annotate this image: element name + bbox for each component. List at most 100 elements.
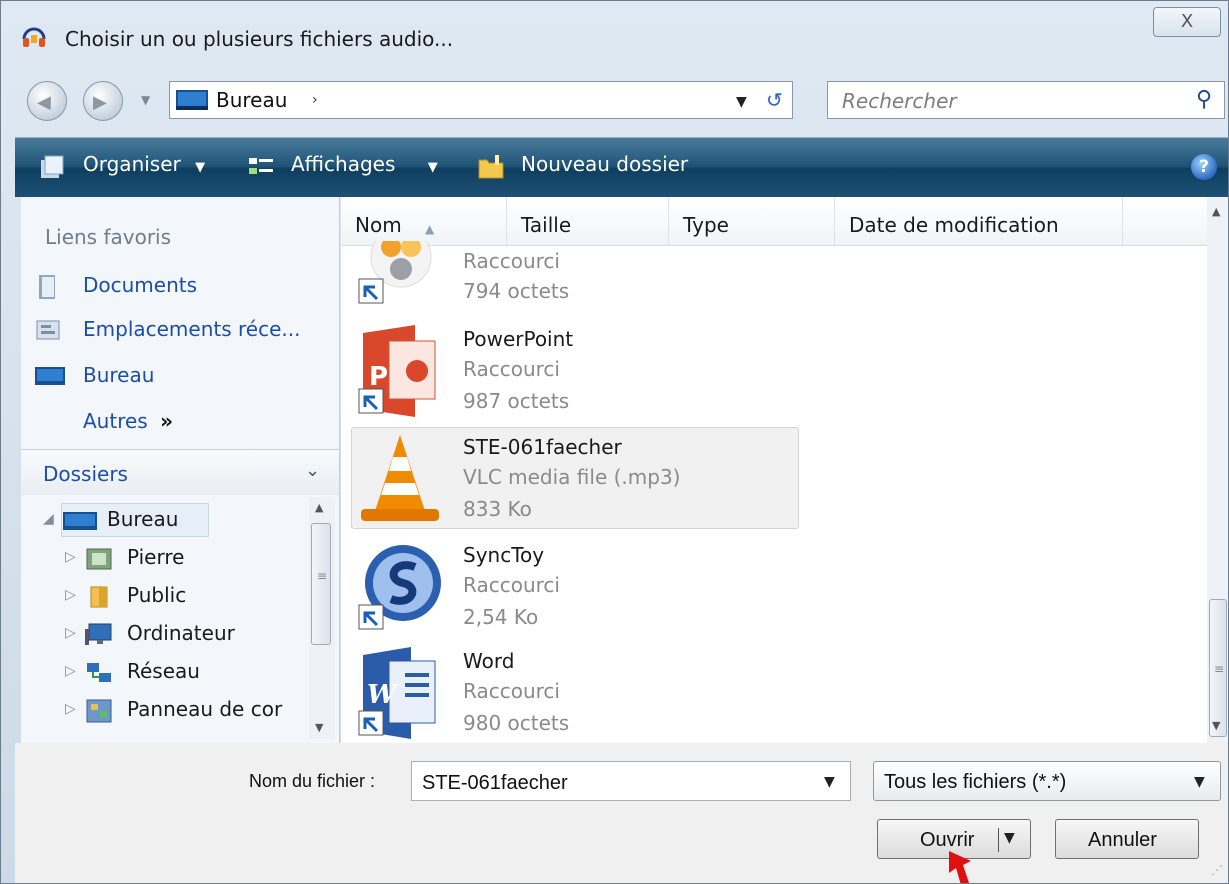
- desktop-icon: [35, 367, 65, 385]
- command-toolbar: Organiser ▼ Affichages ▼ Nouveau dossier…: [15, 137, 1228, 197]
- new-folder-button[interactable]: Nouveau dossier: [521, 152, 688, 176]
- window-title: Choisir un ou plusieurs fichiers audio..…: [65, 27, 454, 51]
- title-bar: Choisir un ou plusieurs fichiers audio..…: [1, 1, 1228, 71]
- more-links[interactable]: Autres »: [83, 409, 173, 433]
- column-label: Taille: [521, 213, 572, 237]
- help-icon[interactable]: ?: [1191, 154, 1217, 180]
- column-label: Nom: [355, 213, 402, 237]
- network-icon: [87, 663, 111, 682]
- collapsed-triangle-icon: ▷: [65, 549, 76, 565]
- tree-scroll-thumb[interactable]: ≡: [311, 523, 331, 645]
- cancel-button[interactable]: Annuler: [1055, 819, 1199, 859]
- search-input[interactable]: Rechercher: [842, 89, 957, 113]
- tree-item-label: Bureau: [107, 507, 179, 531]
- tree-item-label: Ordinateur: [127, 621, 235, 645]
- list-item[interactable]: Raccourci 794 octets: [341, 241, 811, 313]
- close-button[interactable]: X: [1153, 7, 1221, 37]
- file-type: Raccourci: [463, 679, 560, 703]
- folders-header[interactable]: Dossiers ⌄: [21, 449, 339, 495]
- favorites-header: Liens favoris: [45, 225, 172, 249]
- file-name: SyncToy: [463, 543, 545, 567]
- double-chevron-icon: »: [160, 409, 173, 433]
- column-taille[interactable]: Taille: [507, 197, 669, 245]
- tree-item-label: Réseau: [127, 659, 200, 683]
- file-size: 794 octets: [463, 279, 570, 303]
- list-item[interactable]: SyncToy Raccourci 2,54 Ko: [341, 535, 811, 639]
- shortcut-app-icon: [358, 241, 432, 304]
- views-icon: [249, 158, 273, 174]
- grip-icon: ≡: [1214, 662, 1225, 676]
- file-type: Raccourci: [463, 357, 560, 381]
- resize-grip-icon[interactable]: ⋰: [1211, 863, 1223, 877]
- file-list-scrollbar[interactable]: ▲ ≡ ▼: [1207, 197, 1228, 743]
- more-label: Autres: [83, 409, 148, 433]
- documents-icon: [39, 275, 55, 299]
- list-item[interactable]: P PowerPoint Raccourci 987 octets: [341, 319, 811, 423]
- synctoy-icon: [358, 545, 441, 630]
- file-type: VLC media file (.mp3): [463, 465, 681, 489]
- organize-button[interactable]: Organiser ▼: [83, 152, 205, 176]
- back-button[interactable]: ◀: [27, 81, 67, 121]
- file-type: Raccourci: [463, 573, 560, 597]
- scroll-up-icon[interactable]: ▲: [1212, 205, 1220, 218]
- column-header-row: Nom ▲ Taille Type Date de modification: [341, 197, 1207, 246]
- vlc-cone-icon: [361, 435, 439, 521]
- cancel-label: Annuler: [1088, 829, 1157, 851]
- open-options-dropdown-icon[interactable]: ▼: [1004, 830, 1015, 846]
- word-icon: W: [358, 647, 436, 739]
- collapsed-triangle-icon: ▷: [65, 587, 76, 603]
- scroll-up-icon[interactable]: ▲: [315, 501, 323, 514]
- computer-icon: [85, 623, 112, 645]
- column-type[interactable]: Type: [669, 197, 835, 245]
- file-name: Word: [463, 649, 515, 673]
- address-bar[interactable]: Bureau › ▼ ↺: [169, 81, 793, 119]
- file-list: Nom ▲ Taille Type Date de modification R…: [341, 197, 1228, 745]
- file-size: 2,54 Ko: [463, 605, 539, 629]
- forward-arrow-icon: ▶: [93, 92, 107, 113]
- collapsed-triangle-icon: ▷: [65, 701, 76, 717]
- column-nom[interactable]: Nom ▲: [341, 197, 507, 245]
- file-list-scroll-thumb[interactable]: ≡: [1209, 599, 1227, 737]
- powerpoint-icon: P: [358, 325, 436, 417]
- search-box[interactable]: Rechercher ⚲: [827, 81, 1225, 119]
- list-item-selected[interactable]: STE-061faecher VLC media file (.mp3) 833…: [341, 427, 811, 531]
- user-folder-icon: [86, 548, 112, 570]
- forward-button[interactable]: ▶: [83, 81, 123, 121]
- desktop-icon: [63, 512, 97, 530]
- red-pointer-arrow-icon: [949, 851, 971, 883]
- navigation-pane: Liens favoris Documents Emplacements réc…: [21, 197, 340, 743]
- dialog-footer: Nom du fichier : STE-061faecher ▼ Tous l…: [15, 743, 1228, 883]
- scroll-down-icon[interactable]: ▼: [315, 721, 323, 734]
- breadcrumb-chevron-icon[interactable]: ›: [312, 92, 318, 108]
- column-date[interactable]: Date de modification: [835, 197, 1123, 245]
- file-type: Raccourci: [463, 249, 560, 273]
- recent-pages-dropdown-icon[interactable]: ▼: [141, 93, 150, 107]
- filename-dropdown-icon[interactable]: ▼: [824, 774, 835, 790]
- chevron-down-icon: ▼: [1194, 774, 1205, 790]
- filetype-value: Tous les fichiers (*.*): [884, 771, 1067, 793]
- file-name: STE-061faecher: [463, 435, 622, 459]
- filename-value: STE-061faecher: [422, 772, 568, 794]
- views-button[interactable]: Affichages ▼: [291, 152, 438, 176]
- search-icon[interactable]: ⚲: [1196, 87, 1212, 112]
- filetype-select[interactable]: Tous les fichiers (*.*) ▼: [873, 761, 1221, 801]
- address-dropdown-icon[interactable]: ▼: [736, 94, 747, 110]
- favorite-label: Bureau: [83, 363, 155, 387]
- views-label: Affichages: [291, 152, 396, 176]
- address-text: Bureau: [216, 88, 288, 112]
- refresh-icon[interactable]: ↺: [766, 88, 783, 112]
- scroll-down-icon[interactable]: ▼: [1212, 719, 1220, 732]
- list-item[interactable]: W Word Raccourci 980 octets: [341, 641, 811, 745]
- file-size: 833 Ko: [463, 497, 532, 521]
- tree-scrollbar[interactable]: ▲ ≡ ▼: [309, 497, 335, 739]
- organize-dropdown-icon: ▼: [195, 160, 206, 175]
- filename-field[interactable]: STE-061faecher ▼: [411, 761, 851, 801]
- tree-item-label: Pierre: [127, 545, 185, 569]
- tree-item-label: Panneau de cor: [127, 697, 283, 721]
- tree-item-label: Public: [127, 583, 187, 607]
- expanded-triangle-icon: ◢: [43, 511, 54, 527]
- filename-label: Nom du fichier :: [249, 771, 376, 791]
- new-folder-icon: [478, 155, 504, 179]
- grip-icon: ≡: [317, 569, 328, 583]
- collapsed-triangle-icon: ▷: [65, 663, 76, 679]
